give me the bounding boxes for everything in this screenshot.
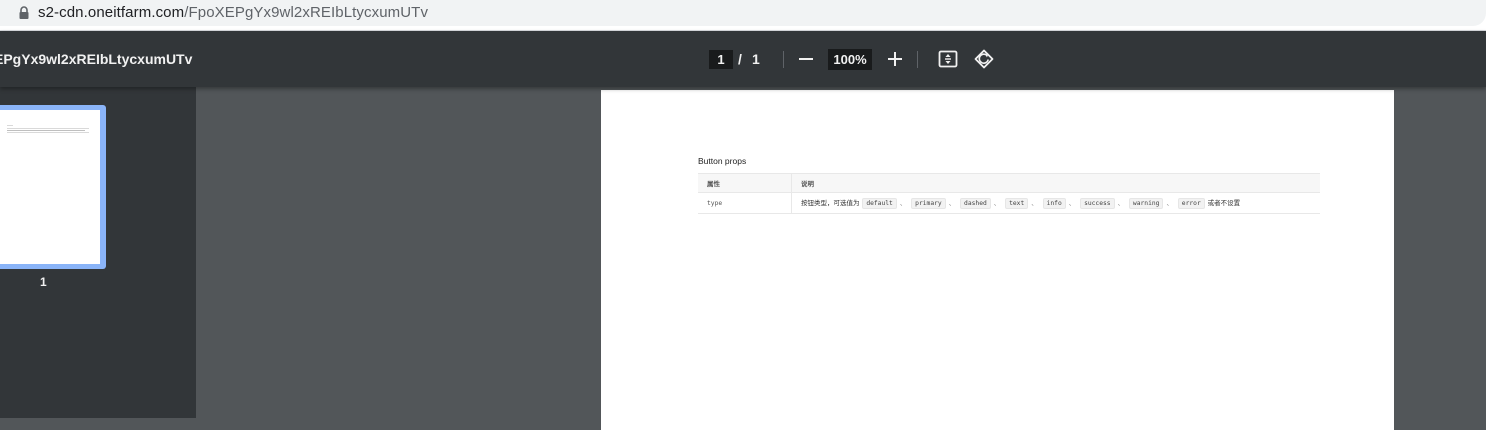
value-code: primary <box>911 198 946 209</box>
page-separator: / <box>738 51 742 67</box>
value-code: error <box>1177 198 1205 209</box>
rotate-icon[interactable] <box>972 47 996 71</box>
thumbnail-text-line <box>7 130 85 131</box>
pdf-page: Button props 属性 说明 type 按钮类型，可选值为 defaul… <box>601 90 1394 430</box>
zoom-level-input[interactable]: 100% <box>828 49 872 70</box>
section-heading: Button props <box>698 156 747 166</box>
omnibox[interactable]: s2-cdn.oneitfarm.com/FpoXEPgYx9wl2xREIbL… <box>0 0 1486 26</box>
table-row: type 按钮类型，可选值为 default、 primary、 dashed、… <box>698 192 1320 214</box>
url-text[interactable]: s2-cdn.oneitfarm.com/FpoXEPgYx9wl2xREIbL… <box>38 3 428 23</box>
value-code: success <box>1080 198 1115 209</box>
zoom-in-icon[interactable] <box>883 47 907 71</box>
lock-icon[interactable] <box>17 5 31 21</box>
address-bar: s2-cdn.oneitfarm.com/FpoXEPgYx9wl2xREIbL… <box>0 0 1486 31</box>
page-number-input[interactable]: 1 <box>709 50 733 69</box>
toolbar-divider <box>783 51 784 68</box>
url-host: s2-cdn.oneitfarm.com <box>38 4 185 21</box>
value-separator: 、 <box>899 200 907 207</box>
value-code: dashed <box>960 198 991 209</box>
thumbnail-page-preview <box>0 110 100 264</box>
value-separator: 、 <box>1031 200 1038 207</box>
thumbnail-text-line <box>7 128 89 129</box>
zoom-out-icon[interactable] <box>794 47 818 71</box>
property-name: type <box>707 199 723 207</box>
description-suffix: 或者不设置 <box>1207 200 1241 207</box>
value-separator: 、 <box>993 200 1001 207</box>
value-code: info <box>1042 198 1066 209</box>
value-separator: 、 <box>948 200 956 207</box>
column-header-description: 说明 <box>791 173 1320 193</box>
value-separator: 、 <box>1166 200 1173 207</box>
table-header-row: 属性 说明 <box>698 173 1320 193</box>
thumbnail-page-label: 1 <box>40 275 47 289</box>
value-separator: 、 <box>1117 200 1125 207</box>
thumbnail-text-line <box>7 132 89 133</box>
property-cell: type <box>698 192 792 214</box>
thumbnail-sidebar: 1 <box>0 87 196 418</box>
page-thumbnail[interactable] <box>0 105 106 269</box>
fit-page-icon[interactable] <box>936 47 960 71</box>
column-header-property: 属性 <box>698 173 792 193</box>
page-count: 1 <box>752 51 760 67</box>
toolbar-divider <box>917 51 918 68</box>
value-code: warning <box>1128 198 1164 209</box>
thumbnail-text-line <box>7 125 13 126</box>
props-table: 属性 说明 type 按钮类型，可选值为 default、 primary、 d… <box>698 173 1320 214</box>
document-title: EPgYx9wl2xREIbLtycxumUTv <box>0 51 193 67</box>
value-code: default <box>862 198 897 209</box>
url-path: /FpoXEPgYx9wl2xREIbLtycxumUTv <box>184 4 429 21</box>
value-separator: 、 <box>1068 200 1076 207</box>
value-code: text <box>1005 198 1029 209</box>
description-prefix: 按钮类型，可选值为 <box>801 200 860 207</box>
description-cell: 按钮类型，可选值为 default、 primary、 dashed、 text… <box>791 192 1320 214</box>
pdf-toolbar: EPgYx9wl2xREIbLtycxumUTv 1 / 1 100% <box>0 31 1486 87</box>
